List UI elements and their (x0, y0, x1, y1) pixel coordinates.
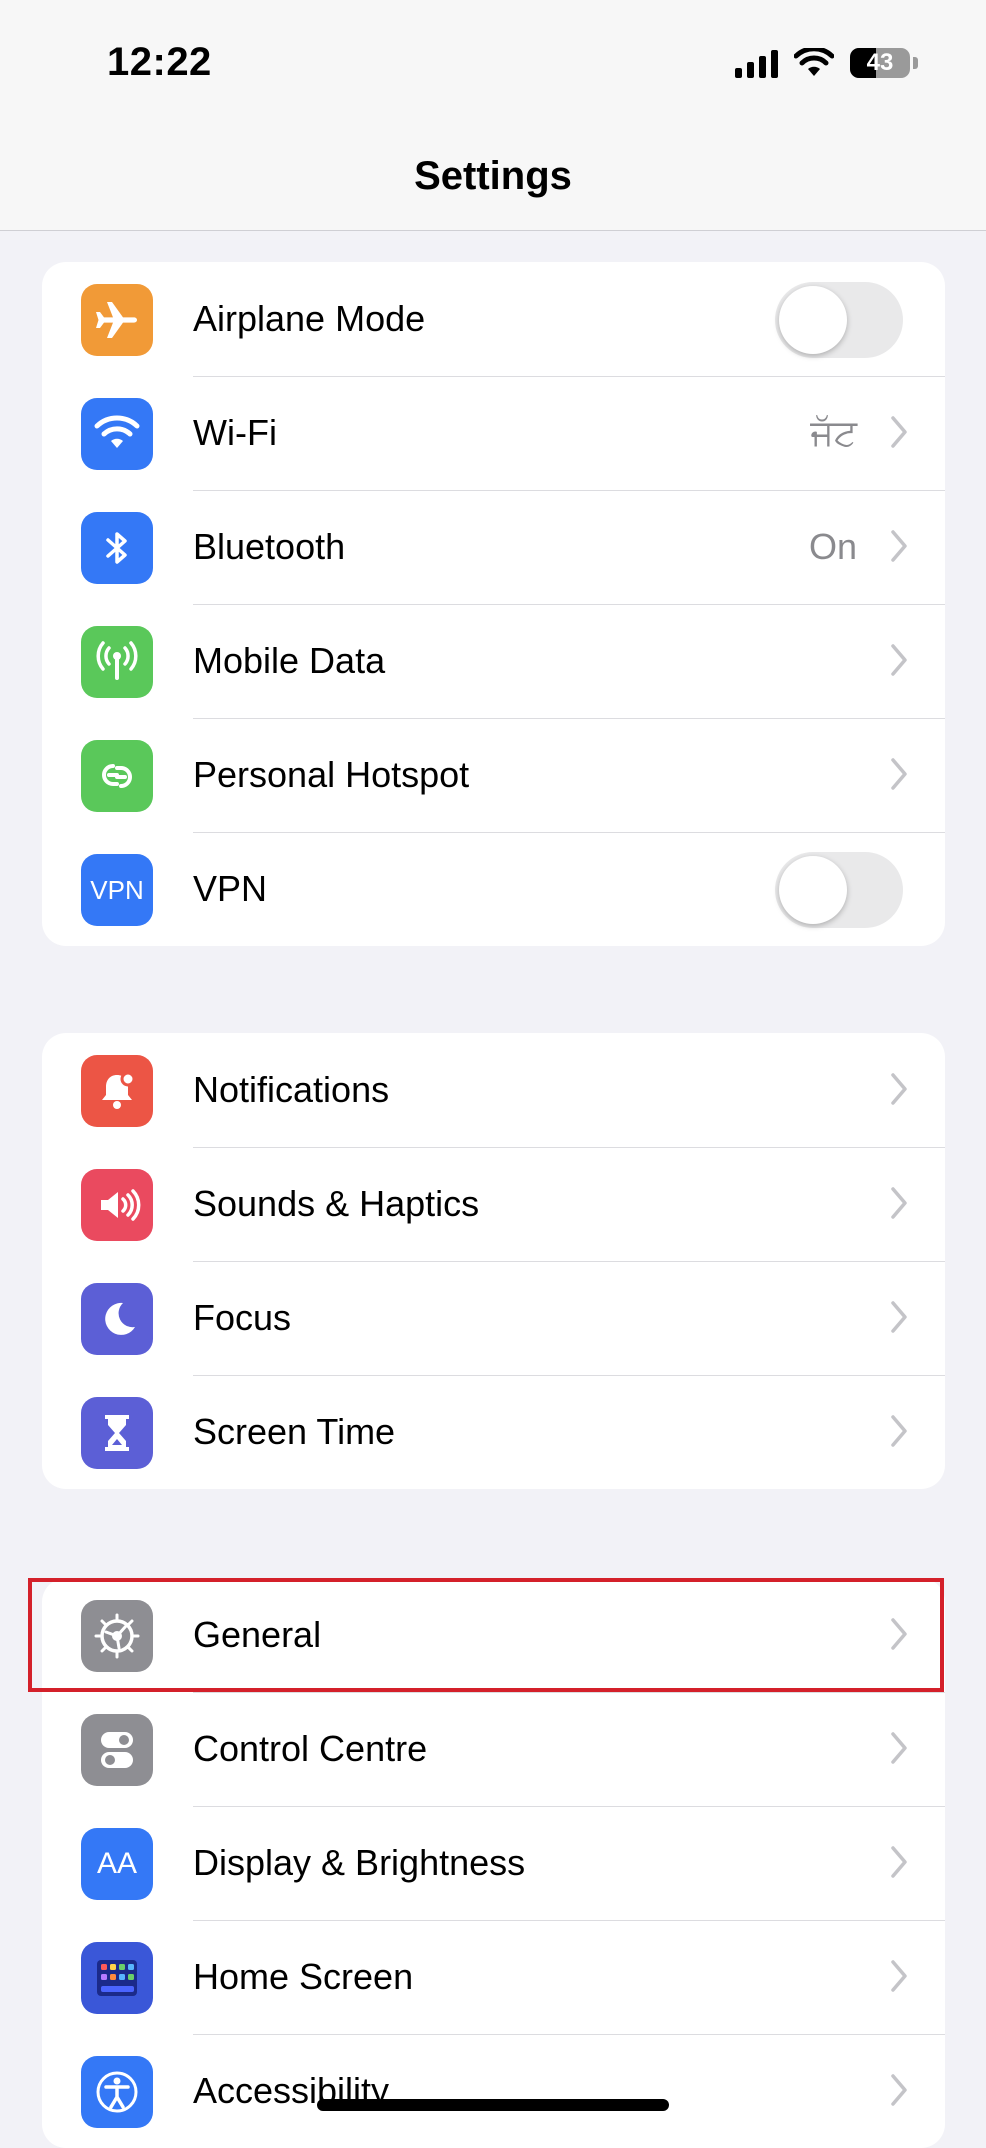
settings-row-screen-time[interactable]: Screen Time (42, 1375, 945, 1489)
status-bar: 12:22 43 (0, 0, 986, 132)
row-label: Mobile Data (193, 640, 386, 681)
row-label: Focus (193, 1297, 292, 1338)
chevron-right-icon (891, 1732, 907, 1764)
general-highlight-box (28, 1578, 944, 1692)
moon-icon (81, 1283, 153, 1355)
row-label: Notifications (193, 1069, 390, 1110)
settings-row-accessibility[interactable]: Accessibility (42, 2034, 945, 2148)
settings-row-control-centre[interactable]: Control Centre (42, 1692, 945, 1806)
status-icons: 43 (735, 48, 918, 78)
settings-row-personal-hotspot[interactable]: Personal Hotspot (42, 718, 945, 832)
switches-icon (81, 1714, 153, 1786)
row-separator (193, 832, 945, 833)
settings-row-wi-fi[interactable]: Wi-Fi ਜੱਟ (42, 376, 945, 490)
chevron-right-icon (891, 1073, 907, 1105)
wifi-status-icon (794, 48, 834, 76)
hotspot-icon (81, 740, 153, 812)
vpn-icon: VPN (81, 854, 153, 926)
airplane-icon (81, 284, 153, 356)
row-label: Wi-Fi (193, 412, 277, 453)
row-label: Bluetooth (193, 526, 346, 567)
settings-group-2: Notifications Sounds & Haptics Focus Screen… (42, 1033, 945, 1489)
battery-percentage: 43 (866, 49, 894, 76)
wifi-icon (81, 398, 153, 470)
row-label: Home Screen (193, 1956, 414, 1997)
row-label: Accessibility (193, 2070, 390, 2111)
settings-row-sounds-and-haptics[interactable]: Sounds & Haptics (42, 1147, 945, 1261)
chevron-right-icon (891, 1415, 907, 1447)
row-value: ਜੱਟ (810, 412, 857, 453)
airplane-mode-toggle[interactable] (775, 282, 903, 358)
chevron-right-icon (891, 644, 907, 676)
battery-icon: 43 (850, 48, 910, 78)
row-value: On (808, 526, 857, 567)
settings-row-focus[interactable]: Focus (42, 1261, 945, 1375)
row-label: Personal Hotspot (193, 754, 470, 795)
home-indicator[interactable] (317, 2099, 669, 2111)
settings-row-mobile-data[interactable]: Mobile Data (42, 604, 945, 718)
chevron-right-icon (891, 1846, 907, 1878)
navigation-bar: Settings (0, 132, 986, 231)
battery-tip (913, 57, 918, 69)
text-size-icon: AA (81, 1828, 153, 1900)
settings-row-notifications[interactable]: Notifications (42, 1033, 945, 1147)
bluetooth-icon (81, 512, 153, 584)
chevron-right-icon (891, 1960, 907, 1992)
row-label: Control Centre (193, 1728, 428, 1769)
antenna-icon (81, 626, 153, 698)
settings-row-airplane-mode[interactable]: Airplane Mode (42, 262, 945, 376)
toggle-knob (779, 286, 847, 354)
notifications-bell-icon (81, 1055, 153, 1127)
settings-row-home-screen[interactable]: Home Screen (42, 1920, 945, 2034)
icon-text: AA (96, 1847, 138, 1880)
row-label: Display & Brightness (193, 1842, 526, 1883)
settings-group-1: Airplane Mode Wi-Fi ਜੱਟ Bluetooth On Mobile D… (42, 262, 945, 946)
chevron-right-icon (891, 530, 907, 562)
chevron-right-icon (891, 416, 907, 448)
icon-text: VPN (90, 874, 144, 905)
cellular-signal-icon (735, 48, 778, 78)
settings-row-vpn[interactable]: VPN VPN (42, 832, 945, 946)
page-title: Settings (414, 154, 572, 198)
row-separator (193, 1261, 945, 1262)
speaker-icon (81, 1169, 153, 1241)
row-label: VPN (193, 868, 268, 909)
settings-row-bluetooth[interactable]: Bluetooth On (42, 490, 945, 604)
accessibility-icon (81, 2056, 153, 2128)
hourglass-icon (81, 1397, 153, 1469)
row-label: Screen Time (193, 1411, 396, 1452)
status-time: 12:22 (107, 40, 212, 84)
settings-row-display-and-brightness[interactable]: AA Display & Brightness (42, 1806, 945, 1920)
row-label: Airplane Mode (193, 298, 426, 339)
chevron-right-icon (891, 2074, 907, 2106)
vpn-toggle[interactable] (775, 852, 903, 928)
row-label: Sounds & Haptics (193, 1183, 480, 1224)
app-grid-icon (81, 1942, 153, 2014)
chevron-right-icon (891, 1301, 907, 1333)
chevron-right-icon (891, 758, 907, 790)
toggle-knob (779, 856, 847, 924)
chevron-right-icon (891, 1187, 907, 1219)
